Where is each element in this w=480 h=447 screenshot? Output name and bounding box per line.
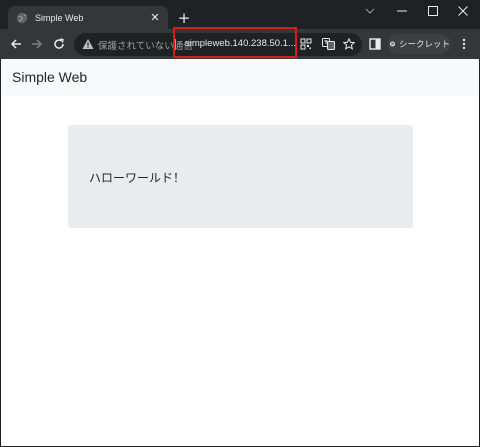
tab-search-button[interactable]: [355, 0, 385, 22]
translate-button[interactable]: [320, 36, 336, 52]
menu-button[interactable]: [456, 36, 472, 52]
bookmark-button[interactable]: [341, 36, 357, 52]
incognito-icon: [390, 41, 395, 47]
maximize-icon: [428, 6, 438, 16]
close-window-button[interactable]: [448, 0, 478, 22]
incognito-label: シークレット: [398, 40, 450, 50]
forward-arrow-icon: [32, 39, 43, 49]
kebab-menu-icon: [462, 38, 466, 50]
tab-title: Simple Web: [35, 12, 84, 23]
browser-titlebar: Simple Web ✕ +: [0, 0, 480, 29]
new-tab-button[interactable]: +: [176, 10, 192, 26]
url-separator: [175, 39, 176, 50]
qr-code-icon: [300, 38, 312, 50]
warning-icon[interactable]: [82, 38, 94, 50]
chevron-down-icon: [365, 8, 375, 14]
globe-icon: [16, 12, 28, 23]
qr-code-button[interactable]: [298, 36, 314, 52]
address-bar[interactable]: 保護されていない通信 simpleweb.140.238.50.1...: [74, 33, 362, 56]
reload-button[interactable]: [51, 36, 67, 52]
message-text: ハローワールド！: [89, 171, 186, 185]
message-box: ハローワールド！: [68, 125, 413, 228]
reload-icon: [54, 38, 64, 49]
tab-simple-web[interactable]: Simple Web ✕: [8, 6, 168, 29]
star-icon: [343, 38, 355, 50]
page-viewport: Simple Web ハローワールド！: [1, 59, 479, 446]
security-status-text[interactable]: 保護されていない通信: [98, 38, 193, 52]
site-title[interactable]: Simple Web: [12, 69, 87, 85]
url-text[interactable]: simpleweb.140.238.50.1...: [185, 38, 296, 49]
back-button[interactable]: [8, 36, 24, 52]
browser-toolbar: 保護されていない通信 simpleweb.140.238.50.1... シーク…: [0, 29, 480, 59]
side-panel-icon: [369, 38, 381, 50]
maximize-button[interactable]: [418, 0, 448, 22]
minimize-button[interactable]: [387, 0, 417, 22]
forward-button[interactable]: [29, 36, 45, 52]
site-header: Simple Web: [1, 59, 479, 96]
translate-icon: [321, 38, 335, 50]
incognito-indicator[interactable]: シークレット: [388, 34, 450, 54]
back-arrow-icon: [10, 39, 21, 49]
minimize-icon: [397, 10, 407, 12]
tab-close-icon[interactable]: ✕: [148, 11, 162, 25]
side-panel-button[interactable]: [367, 36, 383, 52]
close-icon: [458, 6, 468, 16]
